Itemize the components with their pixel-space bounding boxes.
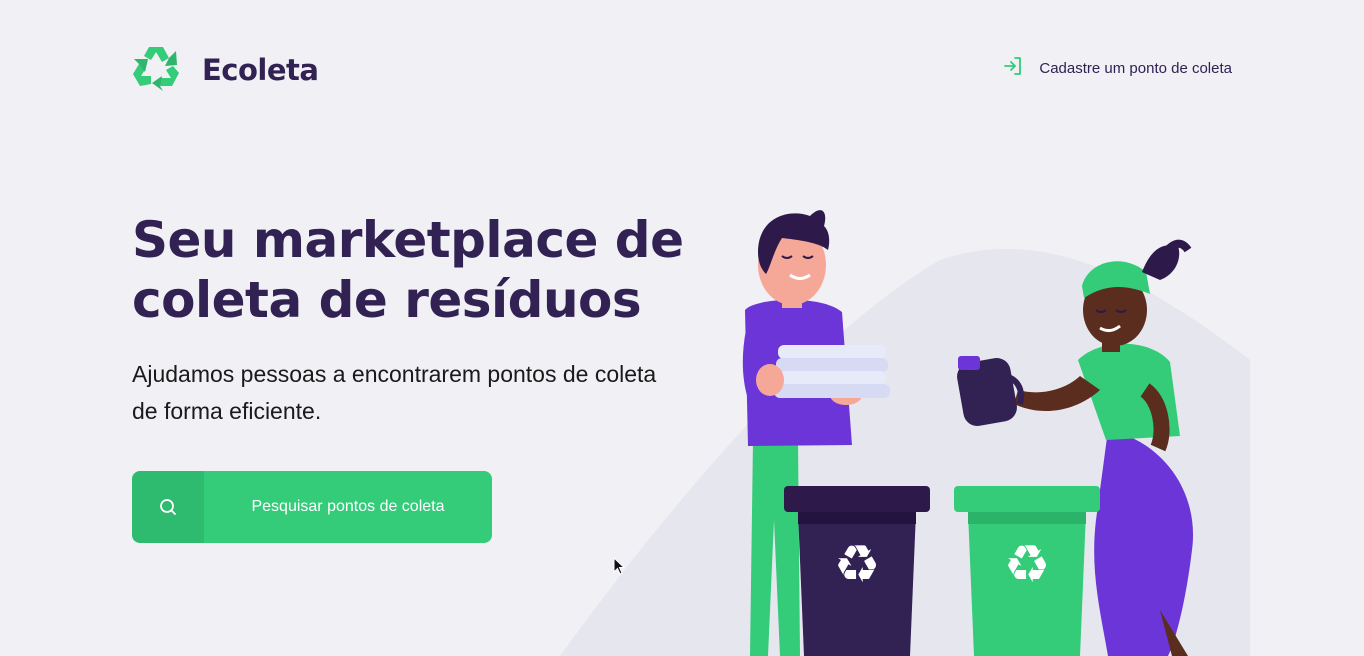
search-icon <box>132 471 204 543</box>
dark-recycling-bin: ♻ <box>784 486 930 656</box>
subtitle-line-2: de forma eficiente. <box>132 398 322 424</box>
recycle-logo-icon <box>132 45 180 96</box>
search-collection-points-button[interactable]: Pesquisar pontos de coleta <box>132 471 492 543</box>
log-in-icon <box>1003 56 1023 80</box>
green-recycling-bin: ♻ <box>954 486 1100 656</box>
svg-text:♻: ♻ <box>834 535 881 595</box>
hero-illustration: ♻ ♻ <box>560 190 1250 656</box>
logo-text: Ecoleta <box>202 53 319 87</box>
register-link-label: Cadastre um ponto de coleta <box>1039 59 1232 77</box>
header: Ecoleta Cadastre um ponto de coleta <box>132 44 1232 96</box>
register-point-link[interactable]: Cadastre um ponto de coleta <box>1003 56 1232 80</box>
search-button-label: Pesquisar pontos de coleta <box>251 498 445 515</box>
svg-text:♻: ♻ <box>1004 535 1051 595</box>
mouse-cursor-icon <box>613 556 626 580</box>
logo[interactable]: Ecoleta <box>132 45 319 96</box>
